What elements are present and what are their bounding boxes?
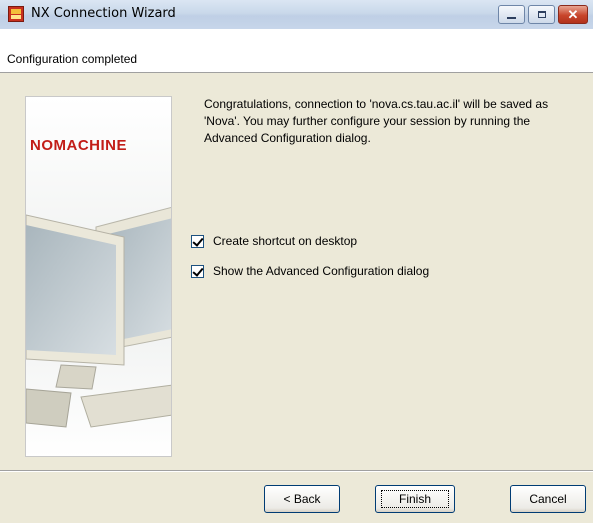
minimize-icon (507, 16, 516, 19)
create-shortcut-checkbox[interactable] (191, 234, 204, 248)
cancel-button-label: Cancel (529, 492, 567, 506)
show-advanced-checkbox[interactable] (191, 264, 204, 278)
cancel-button[interactable]: Cancel (510, 485, 586, 513)
show-advanced-option[interactable]: Show the Advanced Configuration dialog (191, 263, 429, 279)
completion-message: Congratulations, connection to 'nova.cs.… (204, 97, 549, 145)
footer-separator (0, 470, 593, 472)
window-title: NX Connection Wizard (31, 6, 176, 21)
back-button[interactable]: < Back (264, 485, 340, 513)
wizard-header: Configuration completed (0, 29, 593, 73)
focus-rectangle (381, 490, 449, 508)
create-shortcut-label[interactable]: Create shortcut on desktop (213, 234, 357, 248)
nomachine-side-image: NOMACHINE (25, 96, 172, 457)
back-button-label: < Back (283, 492, 321, 506)
page-subtitle: Configuration completed (7, 52, 138, 66)
close-button[interactable]: ✕ (558, 5, 588, 24)
nomachine-logo: NOMACHINE (30, 137, 127, 154)
show-advanced-label[interactable]: Show the Advanced Configuration dialog (213, 264, 429, 278)
minimize-button[interactable] (498, 5, 525, 24)
close-icon: ✕ (567, 6, 579, 22)
finish-button[interactable]: Finish (375, 485, 455, 513)
nx-app-icon[interactable] (8, 6, 24, 22)
maximize-icon (537, 11, 546, 18)
title-bar[interactable]: NX Connection Wizard ✕ (0, 0, 593, 30)
maximize-button[interactable] (528, 5, 555, 24)
create-shortcut-option[interactable]: Create shortcut on desktop (191, 233, 357, 249)
